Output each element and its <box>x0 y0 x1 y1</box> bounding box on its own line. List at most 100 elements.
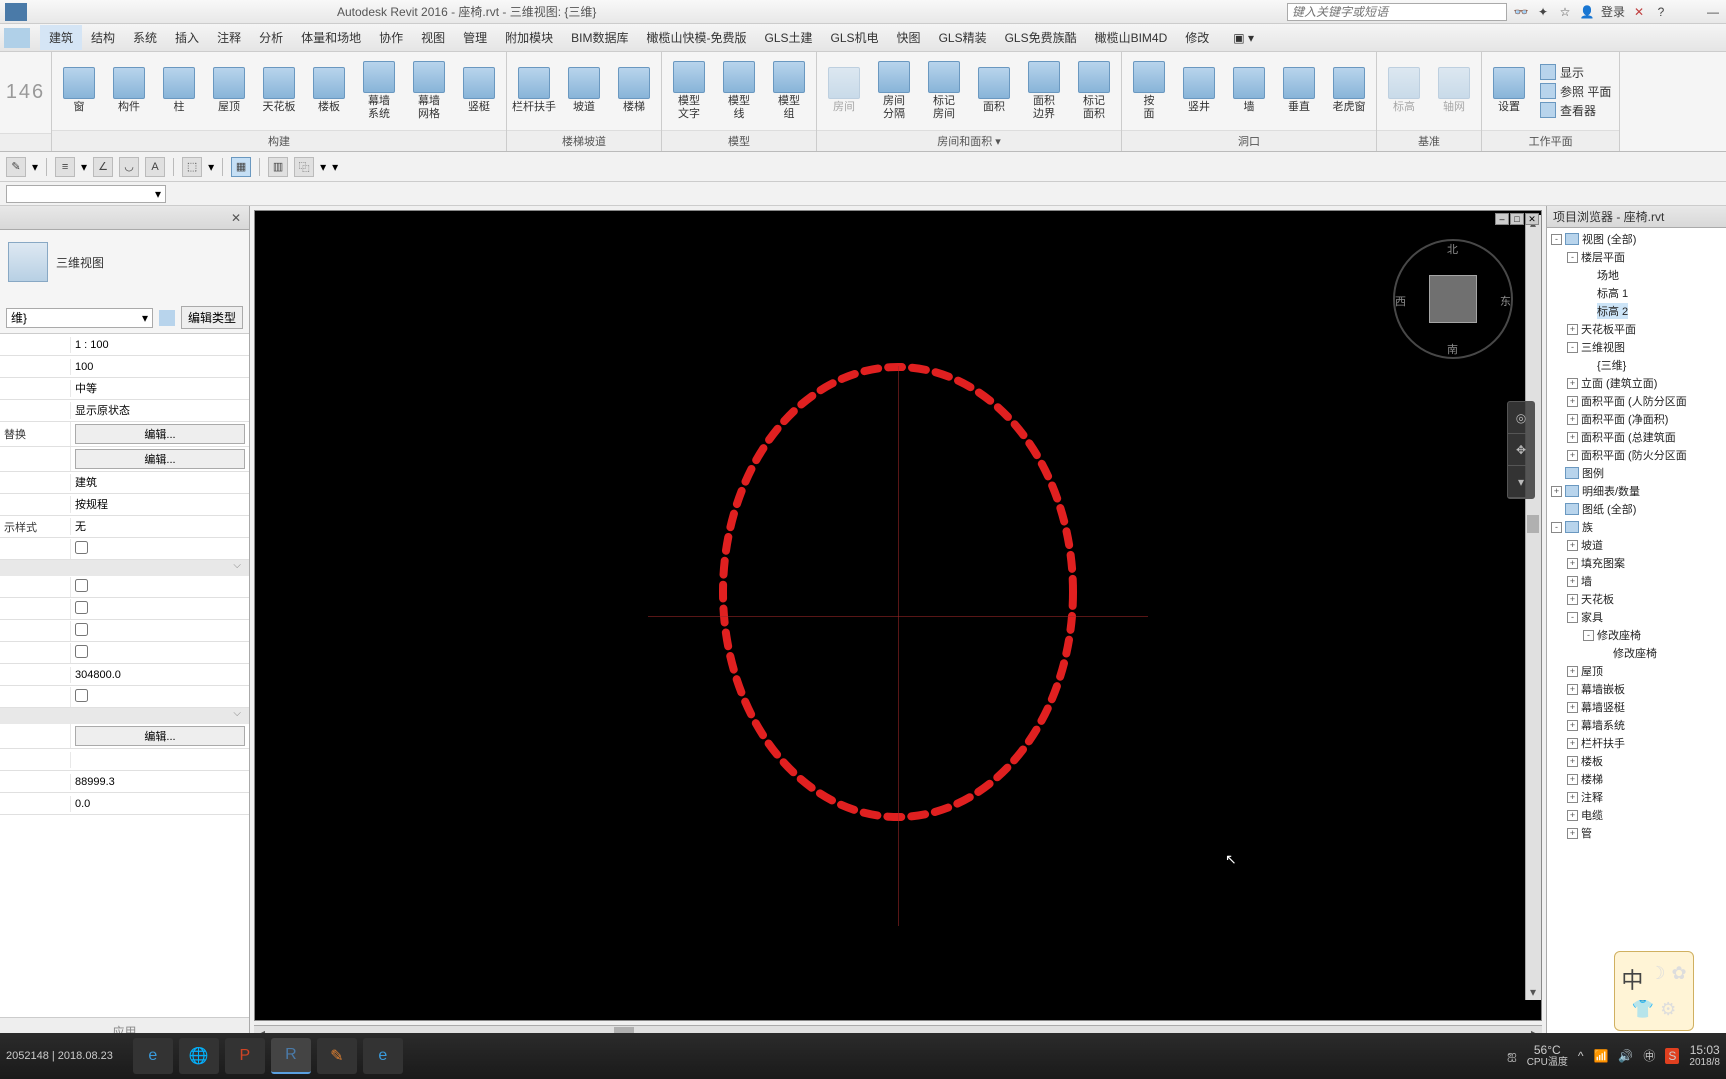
menu-tab-12[interactable]: 橄榄山快模-免费版 <box>638 25 756 50</box>
menu-tab-1[interactable]: 结构 <box>82 25 124 50</box>
tree-node[interactable]: 标高 2 <box>1547 302 1726 320</box>
prop-group-bar[interactable]: ⌵ <box>0 708 249 724</box>
tree-expand-icon[interactable]: + <box>1551 486 1562 497</box>
edit-type-button[interactable]: 编辑类型 <box>181 306 243 329</box>
ribbon-by-face-button[interactable]: 按面 <box>1126 59 1172 123</box>
menu-tab-9[interactable]: 管理 <box>454 25 496 50</box>
tree-expand-icon[interactable]: + <box>1567 558 1578 569</box>
menu-tab-11[interactable]: BIM数据库 <box>562 25 637 50</box>
tray-up-icon[interactable]: ^ <box>1578 1049 1584 1063</box>
tree-node[interactable]: +立面 (建筑立面) <box>1547 374 1726 392</box>
tree-expand-icon[interactable]: + <box>1567 792 1578 803</box>
ribbon-roof-button[interactable]: 屋顶 <box>206 65 252 116</box>
moon-icon[interactable]: ☽ <box>1649 963 1665 995</box>
tree-node[interactable]: -三维视图 <box>1547 338 1726 356</box>
tree-expand-icon[interactable]: + <box>1567 774 1578 785</box>
property-input[interactable] <box>75 669 245 681</box>
search-input[interactable] <box>1287 3 1507 21</box>
modify-tool-icon[interactable]: ✎ <box>6 157 26 177</box>
tree-expand-icon[interactable]: + <box>1567 702 1578 713</box>
menu-tab-3[interactable]: 插入 <box>166 25 208 50</box>
tree-expand-icon[interactable]: + <box>1567 828 1578 839</box>
tree-expand-icon[interactable]: + <box>1567 666 1578 677</box>
text-tool-icon[interactable]: A <box>145 157 165 177</box>
ribbon-curtain-grid-button[interactable]: 幕墙网格 <box>406 59 452 123</box>
property-edit-button[interactable]: 编辑... <box>75 726 245 746</box>
ime-char-icon[interactable]: ✿ <box>1672 963 1687 995</box>
viewcube-west[interactable]: 西 <box>1395 293 1406 309</box>
split-tool-icon[interactable]: ▥ <box>268 157 288 177</box>
tree-node[interactable]: +面积平面 (总建筑面 <box>1547 428 1726 446</box>
ime-shirt-icon[interactable]: 👕 <box>1632 999 1654 1020</box>
type-selector-dropdown[interactable]: ▾ <box>6 185 166 203</box>
menu-tab-5[interactable]: 分析 <box>250 25 292 50</box>
close-x-icon[interactable]: ✕ <box>1631 4 1647 20</box>
tray-network-icon[interactable]: 📶 <box>1593 1049 1608 1063</box>
property-checkbox[interactable] <box>75 645 88 658</box>
ribbon-railing-button[interactable]: 栏杆扶手 <box>511 65 557 116</box>
scrollbar-thumb[interactable] <box>1527 515 1539 533</box>
close-icon[interactable]: ✕ <box>231 211 245 225</box>
user-icon[interactable]: 👤 <box>1579 4 1595 20</box>
property-input[interactable] <box>75 339 245 351</box>
ribbon-vertical-button[interactable]: 垂直 <box>1276 65 1322 116</box>
property-checkbox[interactable] <box>75 623 88 636</box>
ime-panel[interactable]: 中☽✿ 👕⚙ <box>1614 951 1694 1031</box>
tree-expand-icon[interactable]: + <box>1567 378 1578 389</box>
tree-node[interactable]: -修改座椅 <box>1547 626 1726 644</box>
cpu-temp-widget[interactable]: 56°C CPU温度 <box>1527 1043 1568 1069</box>
align-tool-icon[interactable]: ≡ <box>55 157 75 177</box>
menu-tab-2[interactable]: 系统 <box>124 25 166 50</box>
menu-tab-17[interactable]: GLS免费族酷 <box>996 25 1086 50</box>
tree-expand-icon[interactable]: + <box>1567 414 1578 425</box>
ime-mode[interactable]: 中 <box>1621 963 1643 995</box>
ribbon-window-button[interactable]: 窗 <box>56 65 102 116</box>
tree-node[interactable]: +面积平面 (净面积) <box>1547 410 1726 428</box>
property-input[interactable] <box>75 476 245 488</box>
tree-node[interactable]: +幕墙系统 <box>1547 716 1726 734</box>
zoom-icon[interactable]: ▾ <box>1508 466 1534 498</box>
property-input[interactable] <box>75 404 245 416</box>
tree-expand-icon[interactable]: + <box>1567 450 1578 461</box>
tree-expand-icon[interactable]: - <box>1583 630 1594 641</box>
tree-expand-icon[interactable]: - <box>1567 612 1578 623</box>
tree-node[interactable]: +屋顶 <box>1547 662 1726 680</box>
taskbar-app-icon[interactable]: ✎ <box>317 1038 357 1074</box>
menu-tab-4[interactable]: 注释 <box>208 25 250 50</box>
tree-expand-icon[interactable]: - <box>1567 252 1578 263</box>
tree-node[interactable]: +填充图案 <box>1547 554 1726 572</box>
tree-node[interactable]: +栏杆扶手 <box>1547 734 1726 752</box>
tree-node[interactable]: 修改座椅 <box>1547 644 1726 662</box>
menu-tab-16[interactable]: GLS精装 <box>930 25 996 50</box>
taskbar-chrome-icon[interactable]: 🌐 <box>179 1038 219 1074</box>
tree-node[interactable]: 场地 <box>1547 266 1726 284</box>
property-checkbox[interactable] <box>75 541 88 554</box>
menu-tab-10[interactable]: 附加模块 <box>496 25 562 50</box>
minimize-icon[interactable]: — <box>1705 4 1721 20</box>
view-cube-face[interactable] <box>1429 275 1477 323</box>
drawing-canvas[interactable]: – □ ✕ 北 南 东 西 ◎ ✥ ▾ ↖ <box>254 210 1542 1021</box>
login-button[interactable]: 登录 <box>1601 3 1625 20</box>
view-maximize-icon[interactable]: □ <box>1510 213 1524 225</box>
menu-tab-8[interactable]: 视图 <box>412 25 454 50</box>
menu-tab-15[interactable]: 快图 <box>888 25 930 50</box>
tree-expand-icon[interactable]: - <box>1551 522 1562 533</box>
scroll-down-icon[interactable]: ▾ <box>1526 984 1540 1000</box>
ribbon-area-tag-button[interactable]: 标记面积 <box>1071 59 1117 123</box>
property-checkbox[interactable] <box>75 579 88 592</box>
binoculars-icon[interactable]: 👓 <box>1513 4 1529 20</box>
3d-tool-icon[interactable]: ⬚ <box>182 157 202 177</box>
taskbar-ie-icon[interactable]: e <box>363 1038 403 1074</box>
tree-node[interactable]: +面积平面 (人防分区面 <box>1547 392 1726 410</box>
taskbar-powerpoint-icon[interactable]: P <box>225 1038 265 1074</box>
ribbon-expand-icon[interactable]: ▣ ▾ <box>1224 27 1263 49</box>
dd-icon[interactable]: ▾ <box>332 160 338 174</box>
taskbar-revit-icon[interactable]: R <box>271 1038 311 1074</box>
menu-tab-0[interactable]: 建筑 <box>40 25 82 50</box>
tree-node[interactable]: {三维} <box>1547 356 1726 374</box>
ribbon-area-button[interactable]: 面积 <box>971 65 1017 116</box>
property-edit-button[interactable]: 编辑... <box>75 449 245 469</box>
tree-node[interactable]: +明细表/数量 <box>1547 482 1726 500</box>
copy-tool-icon[interactable]: ⿻ <box>294 157 314 177</box>
star-icon[interactable]: ☆ <box>1557 4 1573 20</box>
